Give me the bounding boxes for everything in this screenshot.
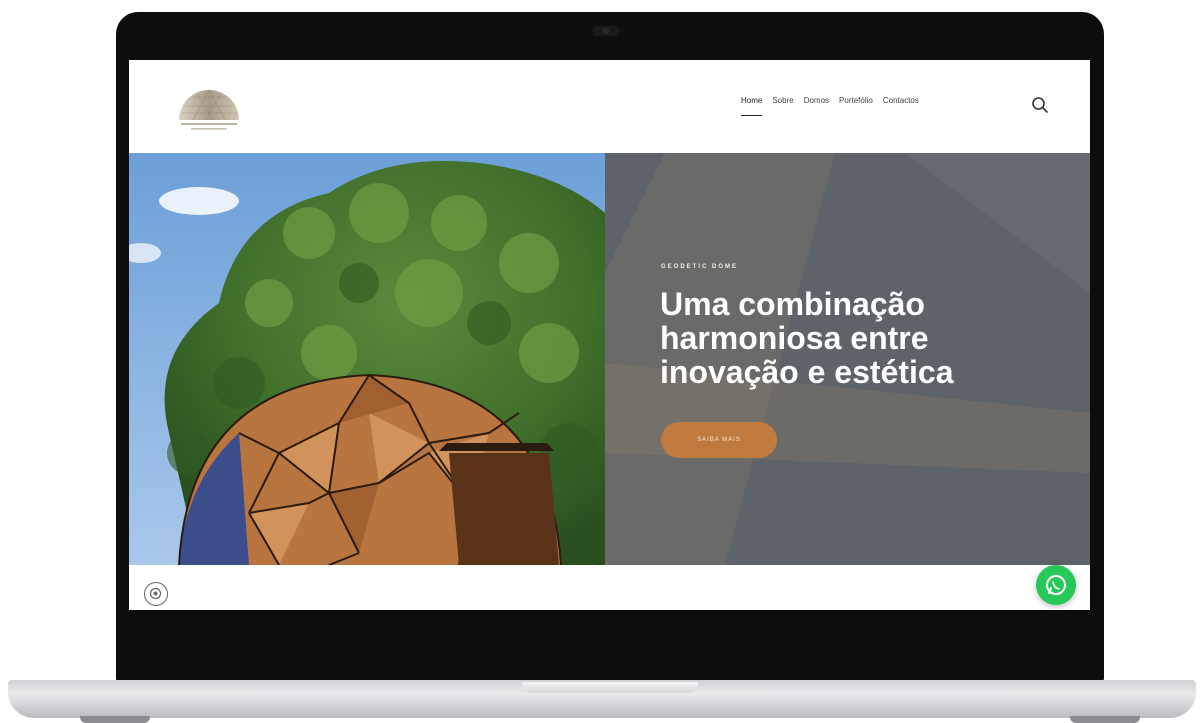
main-nav: Home Sobre Domos Portefólio Contactos — [741, 96, 919, 116]
hero-headline: Uma combinação harmoniosa entre inovação… — [660, 286, 954, 390]
website-screen: Home Sobre Domos Portefólio Contactos GE… — [129, 60, 1090, 610]
search-icon[interactable] — [1031, 96, 1049, 114]
bottom-bar — [129, 565, 1090, 610]
laptop-notch — [522, 682, 698, 693]
laptop-camera — [592, 26, 620, 36]
saiba-mais-button[interactable]: SAIBA MAIS — [661, 422, 777, 458]
nav-home[interactable]: Home — [741, 96, 763, 116]
nav-contactos[interactable]: Contactos — [883, 96, 919, 116]
whatsapp-icon[interactable] — [1036, 565, 1076, 605]
nav-sobre[interactable]: Sobre — [772, 96, 793, 116]
nav-domos[interactable]: Domos — [804, 96, 829, 116]
nav-portefolio[interactable]: Portefólio — [839, 96, 873, 116]
site-header: Home Sobre Domos Portefólio Contactos — [129, 60, 1090, 154]
laptop-foot — [80, 716, 150, 723]
settings-icon[interactable] — [144, 582, 168, 606]
hero-panel: GEODETIC DOME Uma combinação harmoniosa … — [605, 153, 1090, 565]
hero-eyebrow: GEODETIC DOME — [661, 264, 739, 270]
laptop-foot — [1070, 716, 1140, 723]
hero-photo — [129, 153, 605, 565]
logo[interactable] — [173, 78, 245, 136]
